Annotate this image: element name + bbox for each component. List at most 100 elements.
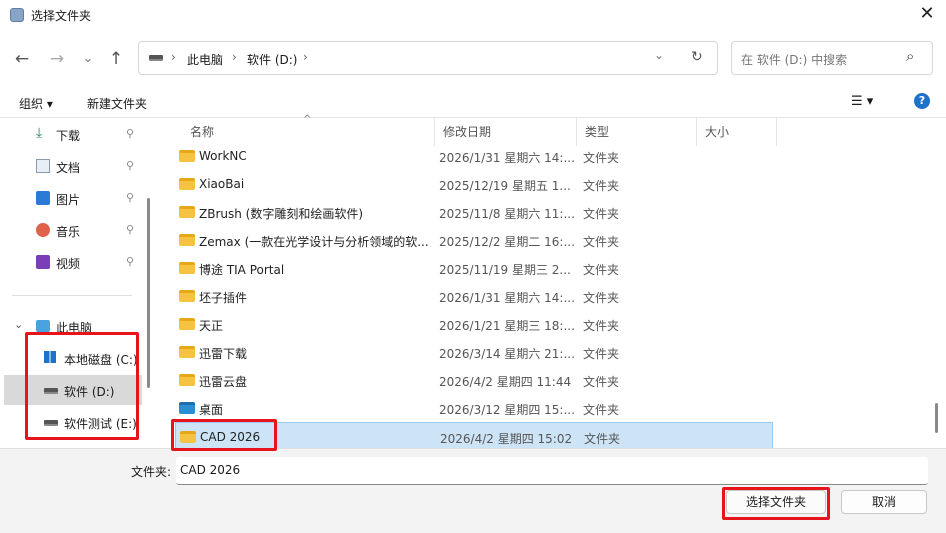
search-box[interactable]: 在 软件 (D:) 中搜索 ⌕ (731, 41, 933, 75)
app-icon (10, 8, 24, 22)
file-type: 文件夹 (583, 235, 620, 249)
file-name: 迅雷云盘 (199, 375, 248, 389)
forward-button[interactable]: → (45, 48, 69, 70)
pin-icon[interactable]: ⚲ (126, 191, 134, 204)
sidebar-item-documents[interactable]: 文档 ⚲ (0, 151, 145, 181)
file-row-desktop[interactable]: 桌面 2026/3/12 星期四 15:... 文件夹 (175, 394, 773, 422)
file-row-xunlei-cloud[interactable]: 迅雷云盘 2026/4/2 星期四 11:44 文件夹 (175, 366, 773, 394)
music-icon (36, 223, 50, 237)
file-date: 2026/1/21 星期三 18:... (439, 319, 575, 333)
file-row-zbrush[interactable]: ZBrush (数字雕刻和绘画软件) 2025/11/8 星期六 11:... … (175, 198, 773, 226)
refresh-icon[interactable]: ↻ (691, 49, 703, 65)
view-options-button[interactable]: ☰ ▾ (851, 94, 873, 109)
file-date: 2025/12/19 星期五 1... (439, 179, 571, 193)
sidebar-item-label: 视频 (56, 257, 81, 271)
file-type: 文件夹 (584, 432, 621, 446)
file-name: ZBrush (数字雕刻和绘画软件) (199, 207, 364, 221)
file-row-worknc[interactable]: WorkNC 2026/1/31 星期六 14:... 文件夹 (175, 142, 773, 170)
file-list-scrollbar[interactable] (935, 403, 938, 433)
breadcrumb-separator-icon: › (232, 50, 237, 64)
sort-ascending-icon: ^ (303, 114, 312, 125)
address-bar[interactable]: › 此电脑 › 软件 (D:) › ⌄ ↻ (138, 41, 718, 75)
folder-icon (179, 290, 195, 302)
select-folder-button[interactable]: 选择文件夹 (726, 490, 826, 514)
file-name: WorkNC (199, 149, 247, 163)
folder-field-label: 文件夹: (131, 465, 172, 479)
pin-icon[interactable]: ⚲ (126, 127, 134, 140)
cancel-button[interactable]: 取消 (841, 490, 927, 514)
drive-icon (44, 388, 58, 394)
sidebar-divider (12, 295, 132, 296)
computer-icon (36, 320, 50, 332)
pin-icon[interactable]: ⚲ (126, 159, 134, 172)
file-row-xunlei-download[interactable]: 迅雷下载 2026/3/14 星期六 21:... 文件夹 (175, 338, 773, 366)
recent-locations-button[interactable]: ⌄ (76, 48, 100, 70)
pin-icon[interactable]: ⚲ (126, 255, 134, 268)
sidebar-item-label: 文档 (56, 161, 81, 175)
download-icon: ⤓ (36, 125, 43, 141)
search-icon[interactable]: ⌕ (906, 47, 914, 65)
sidebar-item-label: 图片 (56, 193, 81, 207)
sidebar-item-label: 下载 (56, 129, 81, 143)
file-date: 2026/3/12 星期四 15:... (439, 403, 575, 417)
organize-button[interactable]: 组织 ▾ (19, 95, 53, 112)
file-date: 2025/12/2 星期二 16:... (439, 235, 575, 249)
file-row-tianzheng[interactable]: 天正 2026/1/21 星期三 18:... 文件夹 (175, 310, 773, 338)
column-header-label: 名称 (190, 125, 215, 139)
dialog-footer: 文件夹: CAD 2026 选择文件夹 取消 (0, 448, 946, 533)
file-list: 名称 ^ 修改日期 类型 大小 WorkNC 2026/1/31 星期六 14:… (155, 114, 946, 450)
folder-icon (179, 346, 195, 358)
close-button[interactable]: ✕ (914, 2, 940, 28)
navigation-bar: ← → ⌄ ↑ › 此电脑 › 软件 (D:) › ⌄ ↻ 在 软件 (D:) … (0, 30, 946, 88)
file-type: 文件夹 (583, 179, 620, 193)
file-name: XiaoBai (199, 177, 245, 191)
search-input[interactable]: 在 软件 (D:) 中搜索 (741, 51, 847, 68)
video-icon (36, 255, 50, 269)
file-type: 文件夹 (583, 347, 620, 361)
folder-icon (179, 262, 195, 274)
sidebar-item-this-pc[interactable]: ⌄ 此电脑 (0, 311, 145, 341)
new-folder-button[interactable]: 新建文件夹 (87, 95, 147, 112)
file-name: 迅雷下载 (199, 347, 248, 361)
file-date: 2025/11/8 星期六 11:... (439, 207, 575, 221)
sidebar-item-downloads[interactable]: ⤓ 下载 ⚲ (0, 119, 145, 149)
up-button[interactable]: ↑ (104, 48, 128, 70)
file-row-zemax[interactable]: Zemax (一款在光学设计与分析领域的软... 2025/12/2 星期二 1… (175, 226, 773, 254)
column-header-label: 修改日期 (443, 125, 492, 139)
file-type: 文件夹 (583, 151, 620, 165)
sidebar-item-music[interactable]: 音乐 ⚲ (0, 215, 145, 245)
file-name: 桌面 (199, 403, 224, 417)
help-icon[interactable]: ? (914, 93, 930, 109)
file-type: 文件夹 (583, 319, 620, 333)
sidebar-item-drive-d[interactable]: 软件 (D:) (4, 375, 142, 405)
chevron-down-icon[interactable]: ⌄ (14, 318, 23, 331)
file-row-plugins[interactable]: 坯子插件 2026/1/31 星期六 14:... 文件夹 (175, 282, 773, 310)
back-button[interactable]: ← (10, 48, 34, 70)
folder-icon (179, 374, 195, 386)
sidebar-item-pictures[interactable]: 图片 ⚲ (0, 183, 145, 213)
folder-icon (179, 234, 195, 246)
picture-icon (36, 191, 50, 205)
column-header-label: 类型 (585, 125, 610, 139)
folder-name-input[interactable]: CAD 2026 (176, 457, 928, 485)
sidebar-scrollbar[interactable] (147, 198, 150, 388)
sidebar-item-drive-c[interactable]: 本地磁盘 (C:) (4, 343, 149, 373)
folder-icon (179, 318, 195, 330)
pin-icon[interactable]: ⚲ (126, 223, 134, 236)
breadcrumb-this-pc[interactable]: 此电脑 (187, 51, 223, 68)
sidebar-item-videos[interactable]: 视频 ⚲ (0, 247, 145, 277)
file-row-xiaobai[interactable]: XiaoBai 2025/12/19 星期五 1... 文件夹 (175, 170, 773, 198)
folder-name-value: CAD 2026 (180, 463, 241, 477)
file-date: 2026/3/14 星期六 21:... (439, 347, 575, 361)
navigation-pane: ⤓ 下载 ⚲ 文档 ⚲ 图片 ⚲ 音乐 ⚲ 视频 ⚲ ⌄ 此电脑 本地磁盘 (C… (0, 118, 155, 448)
sidebar-item-label: 软件 (D:) (64, 385, 115, 399)
sidebar-item-drive-e[interactable]: 软件测试 (E:) (4, 407, 149, 437)
address-dropdown-icon[interactable]: ⌄ (654, 48, 664, 62)
drive-icon (44, 420, 58, 426)
file-name: CAD 2026 (200, 430, 261, 444)
file-row-tia-portal[interactable]: 博途 TIA Portal 2025/11/19 星期三 2... 文件夹 (175, 254, 773, 282)
breadcrumb-drive-d[interactable]: 软件 (D:) (247, 51, 297, 68)
file-row-cad-2026[interactable]: CAD 2026 2026/4/2 星期四 15:02 文件夹 (175, 422, 773, 450)
sidebar-item-label: 音乐 (56, 225, 81, 239)
file-date: 2026/1/31 星期六 14:... (439, 151, 575, 165)
